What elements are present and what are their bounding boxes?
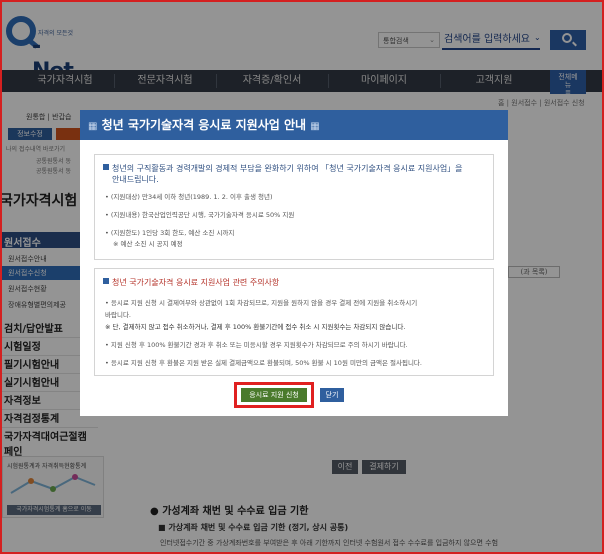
screenshot-border — [0, 0, 604, 554]
